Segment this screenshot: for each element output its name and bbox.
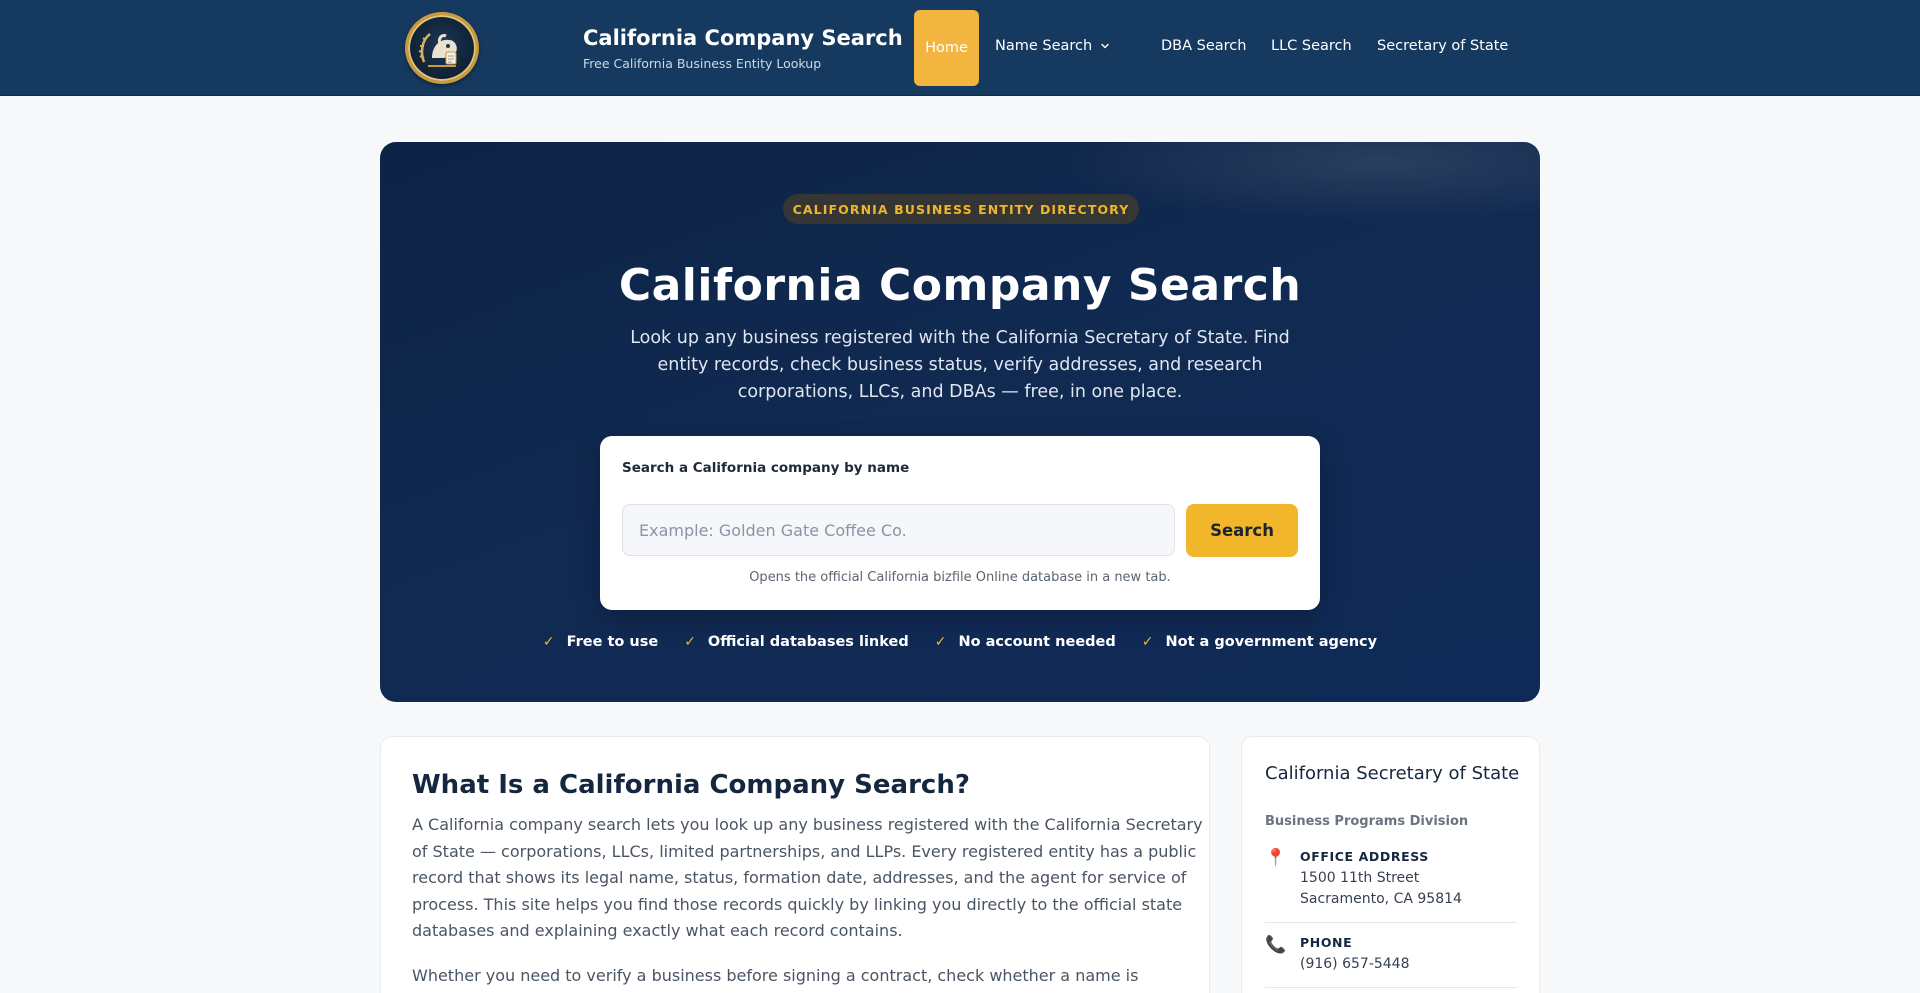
check-icon: ✓	[934, 634, 947, 650]
phone-label: PHONE	[1300, 935, 1353, 950]
phone-value[interactable]: (916) 657-5448	[1300, 954, 1410, 975]
address-line-1: 1500 11th Street	[1300, 870, 1420, 886]
sidebar-subtitle: Business Programs Division	[1265, 814, 1469, 829]
address-label: OFFICE ADDRESS	[1300, 849, 1429, 864]
feature-text: Free to use	[566, 634, 659, 650]
search-note: Opens the official California bizfile On…	[749, 570, 1171, 585]
search-label: Search a California company by name	[622, 460, 910, 476]
section-title: What Is a California Company Search?	[412, 770, 970, 800]
divider	[1265, 922, 1517, 923]
chevron-down-icon[interactable]	[1099, 40, 1111, 52]
feature-item: ✓ Free to use	[543, 634, 658, 650]
second-paragraph: Whether you need to verify a business be…	[412, 966, 1139, 993]
feature-item: ✓ No account needed	[935, 634, 1116, 650]
bear-emblem-icon	[418, 33, 457, 67]
check-icon: ✓	[1141, 634, 1154, 650]
divider	[1265, 987, 1517, 988]
feature-text: Not a government agency	[1165, 634, 1378, 650]
nav-llc-search[interactable]: LLC Search	[1271, 38, 1352, 54]
nav-home[interactable]: Home	[914, 10, 979, 86]
feature-list: ✓ Free to use ✓ Official databases linke…	[380, 634, 1540, 650]
brand-title[interactable]: California Company Search	[583, 26, 903, 50]
map-pin-icon: 📍	[1265, 848, 1287, 868]
site-logo[interactable]	[405, 12, 479, 84]
sos-info-card: California Secretary of State Business P…	[1241, 736, 1540, 993]
site-header: California Company Search Free Californi…	[0, 0, 1920, 96]
check-icon: ✓	[684, 634, 696, 650]
intro-paragraph: A California company search lets you loo…	[412, 815, 1203, 941]
feature-text: No account needed	[958, 634, 1116, 650]
nav-dba-search[interactable]: DBA Search	[1161, 38, 1246, 54]
check-icon: ✓	[542, 634, 555, 650]
search-card: Search a California company by name Sear…	[600, 436, 1320, 610]
company-search-input[interactable]	[622, 504, 1175, 556]
brand-subtitle: Free California Business Entity Lookup	[583, 56, 822, 71]
nav-name-search[interactable]: Name Search	[995, 38, 1092, 54]
sidebar-title: California Secretary of State	[1265, 763, 1520, 784]
hero-section: CALIFORNIA BUSINESS ENTITY DIRECTORY Cal…	[380, 142, 1540, 702]
main-content-card: What Is a California Company Search? A C…	[380, 736, 1210, 993]
hero-description: Look up any business registered with the…	[630, 328, 1290, 402]
address-line-2: Sacramento, CA 95814	[1300, 891, 1462, 907]
hero-badge: CALIFORNIA BUSINESS ENTITY DIRECTORY	[783, 194, 1139, 224]
phone-icon: 📞	[1265, 935, 1287, 955]
nav-secretary-of-state[interactable]: Secretary of State	[1377, 38, 1508, 54]
feature-item: ✓ Official databases linked	[684, 634, 909, 650]
hero-title: California Company Search	[618, 260, 1302, 311]
feature-text: Official databases linked	[707, 634, 909, 650]
search-button[interactable]: Search	[1186, 504, 1298, 557]
feature-item: ✓ Not a government agency	[1142, 634, 1377, 650]
